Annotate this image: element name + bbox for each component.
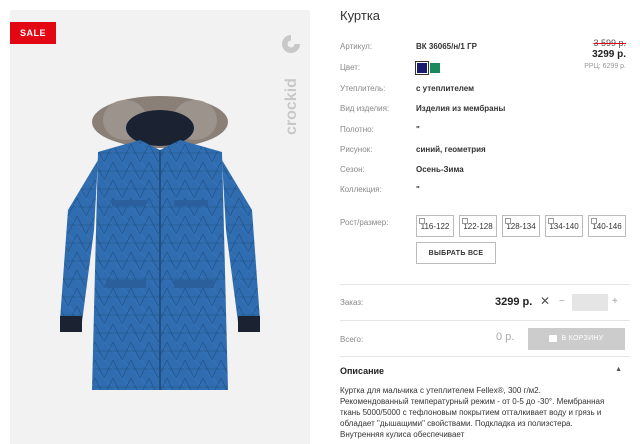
cart-icon bbox=[549, 334, 558, 342]
total-value: 0 р. bbox=[496, 331, 515, 343]
spec-value: синий, геометрия bbox=[416, 145, 486, 154]
description-text: Куртка для мальчика с утеплителем Fellex… bbox=[340, 386, 605, 439]
spec-value: с утеплителем bbox=[416, 84, 475, 93]
divider bbox=[340, 356, 630, 357]
sale-badge: SALE bbox=[10, 22, 57, 44]
order-price: 3299 р. bbox=[495, 296, 533, 308]
spec-value: " bbox=[416, 185, 420, 194]
divider bbox=[340, 284, 630, 285]
spec-collection: Коллекция: " bbox=[340, 185, 630, 199]
size-option[interactable]: 128-134 bbox=[502, 215, 540, 237]
spec-value: Осень-Зима bbox=[416, 165, 464, 174]
spec-label: Сезон: bbox=[340, 165, 365, 174]
spec-label: Рисунок: bbox=[340, 145, 373, 154]
order-label: Заказ: bbox=[340, 298, 364, 307]
remove-icon[interactable]: ✕ bbox=[540, 294, 550, 308]
select-all-button[interactable]: ВЫБРАТЬ ВСЕ bbox=[416, 242, 496, 264]
spec-color: Цвет: bbox=[340, 63, 630, 77]
brand-text: crockid bbox=[283, 78, 300, 135]
size-option[interactable]: 116-122 bbox=[416, 215, 454, 237]
spec-label: Артикул: bbox=[340, 42, 373, 51]
quantity-input[interactable] bbox=[572, 294, 608, 311]
description-title[interactable]: Описание bbox=[340, 366, 384, 376]
spec-label: Полотно: bbox=[340, 125, 374, 134]
qty-plus-button[interactable]: + bbox=[612, 296, 618, 307]
spec-label: Утеплитель: bbox=[340, 84, 386, 93]
spec-season: Сезон: Осень-Зима bbox=[340, 165, 630, 179]
total-label: Всего: bbox=[340, 335, 364, 344]
divider bbox=[340, 320, 630, 321]
product-details: Куртка 3 599 р. 3299 р. РРЦ: 6299 р. Арт… bbox=[340, 0, 630, 444]
size-option[interactable]: 122-128 bbox=[459, 215, 497, 237]
spec-fabric: Полотно: " bbox=[340, 125, 630, 139]
cart-button-label: В КОРЗИНУ bbox=[561, 335, 604, 342]
spec-insulation: Утеплитель: с утеплителем bbox=[340, 84, 630, 98]
spec-value: ВК 36065/н/1 ГР bbox=[416, 42, 477, 51]
size-option[interactable]: 134-140 bbox=[545, 215, 583, 237]
size-option[interactable]: 140-146 bbox=[588, 215, 626, 237]
spec-label: Вид изделия: bbox=[340, 104, 390, 113]
spec-label: Цвет: bbox=[340, 63, 361, 72]
spec-pattern: Рисунок: синий, геометрия bbox=[340, 145, 630, 159]
spec-type: Вид изделия: Изделия из мембраны bbox=[340, 104, 630, 118]
product-image[interactable]: SALE crockid bbox=[10, 10, 310, 444]
color-swatch-green[interactable] bbox=[430, 63, 440, 73]
spec-article: Артикул: ВК 36065/н/1 ГР bbox=[340, 42, 630, 56]
add-to-cart-button[interactable]: В КОРЗИНУ bbox=[528, 328, 625, 350]
brand-logo: crockid bbox=[282, 35, 300, 135]
sizes-label: Рост/размер: bbox=[340, 218, 389, 227]
qty-minus-button[interactable]: − bbox=[559, 296, 565, 307]
spec-label: Коллекция: bbox=[340, 185, 382, 194]
jacket-illustration bbox=[60, 96, 260, 390]
color-swatch-navy[interactable] bbox=[415, 61, 429, 75]
product-title: Куртка bbox=[340, 8, 381, 23]
size-options: 116-122 122-128 128-134 134-140 140-146 bbox=[416, 215, 630, 239]
spec-value: Изделия из мембраны bbox=[416, 104, 506, 113]
spec-value: " bbox=[416, 125, 420, 134]
collapse-icon[interactable]: ▲ bbox=[615, 366, 622, 373]
